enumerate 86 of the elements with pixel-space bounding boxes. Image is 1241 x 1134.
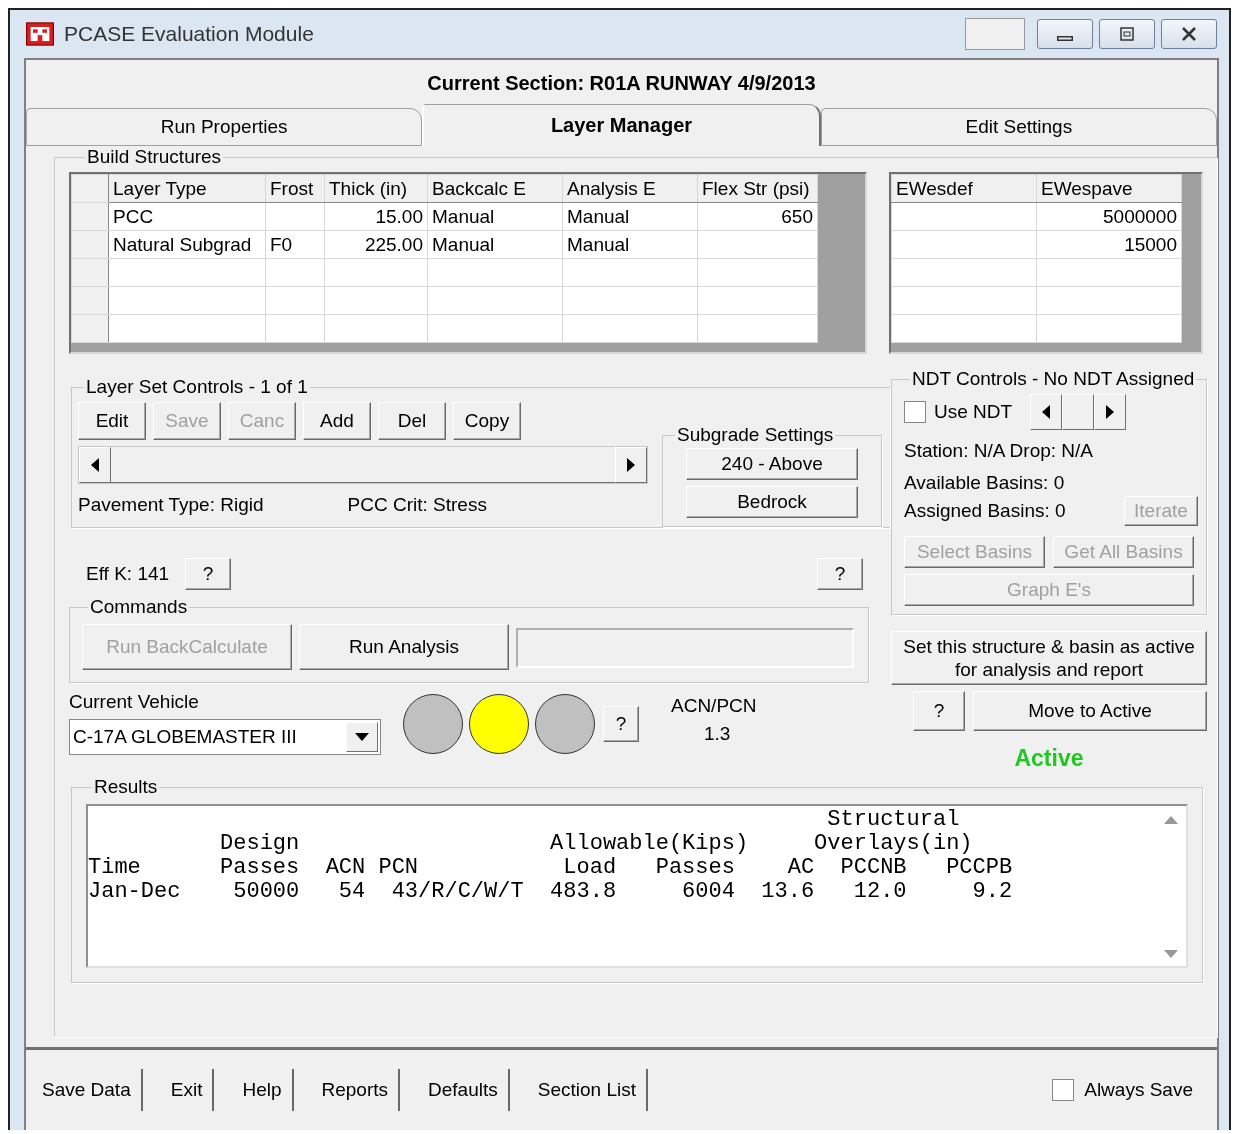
blank-field <box>965 18 1025 50</box>
maximize-button[interactable] <box>1099 19 1155 49</box>
help-button[interactable]: ? <box>913 691 965 731</box>
row-header[interactable] <box>71 202 109 231</box>
group-title: Subgrade Settings <box>676 424 835 446</box>
layer-button[interactable]: Copy <box>453 402 521 440</box>
table-cell: Manual <box>567 233 630 255</box>
vehicle-dropdown[interactable]: C-17A GLOBEMASTER III <box>69 719 381 755</box>
column-header: Thick (in) <box>324 174 428 203</box>
column-header: Backcalc E <box>427 174 563 203</box>
group-title: Layer Set Controls - 1 of 1 <box>85 376 309 398</box>
always-save-checkbox[interactable] <box>1052 1079 1075 1101</box>
left-arrow-icon[interactable] <box>91 458 99 472</box>
right-arrow-icon[interactable] <box>1106 405 1115 419</box>
table-cell: 15000 <box>1124 233 1177 255</box>
maximize-icon <box>1117 27 1137 41</box>
column-header: Analysis E <box>562 174 698 203</box>
subgrade-button[interactable]: Bedrock <box>686 486 858 518</box>
window-title: PCASE Evaluation Module <box>64 22 314 46</box>
command-button[interactable]: Run Analysis <box>299 624 509 670</box>
row-header[interactable] <box>71 258 109 287</box>
close-button[interactable] <box>1161 19 1217 49</box>
acn-pcn-label: ACN/PCN <box>671 695 757 717</box>
subgrade-button[interactable]: 240 - Above <box>686 448 858 480</box>
table-cell: PCC <box>113 205 154 227</box>
row-header[interactable] <box>71 230 109 259</box>
table-cell: 5000000 <box>1103 205 1177 227</box>
column-header: EWespave <box>1036 174 1182 203</box>
available-basins-label: Available Basins: 0 <box>904 472 1066 494</box>
row-header[interactable] <box>71 174 109 203</box>
table-cell: 15.00 <box>375 205 423 227</box>
down-arrow-icon[interactable] <box>1164 950 1178 958</box>
scrollbar[interactable] <box>78 446 648 484</box>
table-cell: F0 <box>270 233 293 255</box>
minimize-button[interactable] <box>1037 19 1093 49</box>
layer-button[interactable]: Edit <box>78 402 146 440</box>
table-cell: 650 <box>781 205 813 227</box>
tab[interactable]: Edit Settings <box>820 108 1217 146</box>
minimize-icon <box>1057 35 1073 41</box>
section-title: Current Section: R01A RUNWAY 4/9/2013 <box>427 71 816 95</box>
vehicle-label: Current Vehicle <box>69 691 200 713</box>
checkbox-label: Use NDT <box>934 401 1013 423</box>
pcc-crit-label: PCC Crit: Stress <box>347 494 487 516</box>
station-label: Station: N/A Drop: N/A <box>904 440 1095 462</box>
acn-pcn-value: 1.3 <box>703 723 732 745</box>
tab[interactable]: Run Properties <box>26 108 423 146</box>
column-header: EWesdef <box>891 174 1037 203</box>
layer-button[interactable]: Del <box>378 402 446 440</box>
set-active-button[interactable]: Set this structure & basin as active for analysis and report <box>891 631 1207 685</box>
help-button[interactable]: ? <box>603 706 639 742</box>
tab[interactable]: Layer Manager <box>422 104 821 146</box>
layer-button[interactable]: Add <box>303 402 371 440</box>
pavement-type-label: Pavement Type: Rigid <box>78 494 264 516</box>
table-cell: Natural Subgrad <box>113 233 252 255</box>
help-button[interactable]: ? <box>185 558 232 590</box>
row-header[interactable] <box>71 314 109 343</box>
left-arrow-icon[interactable] <box>1042 405 1051 419</box>
table-cell: 225.00 <box>364 233 423 255</box>
eff-k-label: Eff K: 141 <box>86 563 170 585</box>
app-icon <box>26 22 54 46</box>
group-title: Results <box>93 776 159 798</box>
column-header: Frost <box>265 174 325 203</box>
use-ndt-checkbox[interactable] <box>904 401 926 423</box>
dropdown-arrow-icon[interactable] <box>355 733 369 741</box>
checkbox-label: Always Save <box>1084 1079 1193 1101</box>
group-title: Commands <box>89 596 189 618</box>
move-to-active-button[interactable]: Move to Active <box>973 691 1207 731</box>
up-arrow-icon[interactable] <box>1164 816 1178 824</box>
result-line: Jan-Dec 50000 54 43/R/C/W/T 483.8 6004 13.6 12.0 9.2 <box>88 880 1014 904</box>
table-cell: Manual <box>432 233 495 255</box>
group-title: NDT Controls - No NDT Assigned <box>911 368 1196 390</box>
result-line: Structural <box>826 808 961 832</box>
table-cell: Manual <box>567 205 630 227</box>
close-icon <box>1179 27 1199 41</box>
assigned-basins-label: Assigned Basins: 0 <box>904 500 1066 522</box>
drop-navigator[interactable] <box>1030 394 1127 430</box>
column-header: Flex Str (psi) <box>697 174 818 203</box>
active-status: Active <box>1014 745 1084 771</box>
row-header[interactable] <box>71 286 109 315</box>
right-arrow-icon[interactable] <box>627 458 635 472</box>
help-button[interactable]: ? <box>817 558 863 590</box>
group-title: Build Structures <box>86 146 223 168</box>
result-line: Design Allowable(Kips) Overlays(in) <box>219 832 974 856</box>
table-cell: Manual <box>432 205 495 227</box>
column-header: Layer Type <box>108 174 266 203</box>
result-line: Time Passes ACN PCN Load Passes AC PCCNB PCCPB <box>88 856 1014 880</box>
